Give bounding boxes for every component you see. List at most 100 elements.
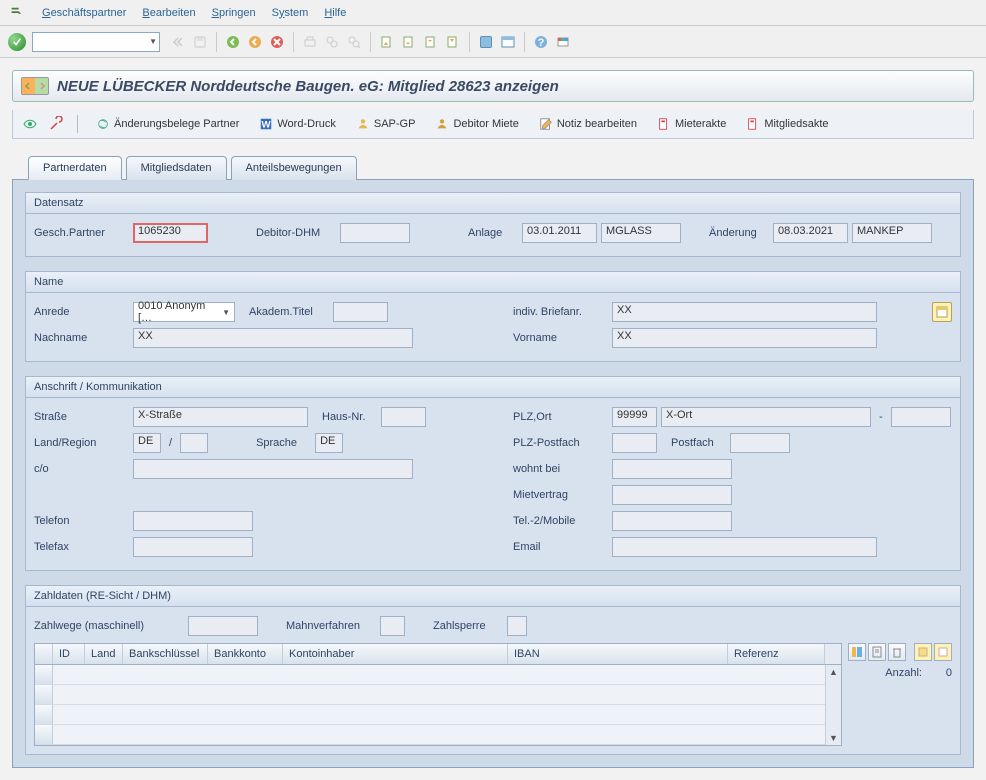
- input-telefon[interactable]: [133, 511, 253, 531]
- input-nachname[interactable]: XX: [133, 328, 413, 348]
- input-anlage-date[interactable]: 03.01.2011: [522, 223, 597, 243]
- input-aenderung-user[interactable]: MANKEP: [852, 223, 932, 243]
- input-zahlsperre[interactable]: [507, 616, 527, 636]
- group-anschrift-title: Anschrift / Kommunikation: [26, 377, 960, 398]
- app-tool-icon[interactable]: [47, 115, 65, 133]
- input-vorname[interactable]: XX: [612, 328, 877, 348]
- table-row[interactable]: [35, 705, 825, 725]
- save-icon[interactable]: [190, 32, 210, 52]
- label-email: Email: [513, 541, 608, 553]
- input-mahnverfahren[interactable]: [380, 616, 405, 636]
- input-tel2[interactable]: [612, 511, 732, 531]
- input-email[interactable]: [612, 537, 877, 557]
- menu-springen[interactable]: Springen: [212, 7, 256, 19]
- menu-geschaeftspartner[interactable]: Geschäftspartner: [42, 7, 126, 19]
- group-name-title: Name: [26, 272, 960, 293]
- scroll-up-icon[interactable]: ▲: [826, 665, 841, 679]
- menu-bearbeiten[interactable]: Bearbeiten: [142, 7, 195, 19]
- change-documents-label: Änderungsbelege Partner: [114, 118, 239, 130]
- change-documents-button[interactable]: Änderungsbelege Partner: [90, 115, 245, 133]
- table-select-all-icon[interactable]: [914, 643, 932, 661]
- scroll-down-icon[interactable]: ▼: [826, 731, 841, 745]
- first-page-icon[interactable]: [377, 32, 397, 52]
- sap-gp-button[interactable]: SAP-GP: [350, 115, 422, 133]
- input-debitor-dhm[interactable]: [340, 223, 410, 243]
- table-row[interactable]: [35, 665, 825, 685]
- nav-cancel-icon[interactable]: [267, 32, 287, 52]
- command-field[interactable]: ▼: [32, 32, 160, 52]
- table-config-icon[interactable]: [848, 643, 866, 661]
- debitor-miete-button[interactable]: Debitor Miete: [429, 115, 524, 133]
- input-ort[interactable]: X-Ort: [661, 407, 871, 427]
- input-telefax[interactable]: [133, 537, 253, 557]
- table-scrollbar[interactable]: ▲ ▼: [825, 665, 841, 745]
- mieterakte-label: Mieterakte: [675, 118, 726, 130]
- separator: [77, 115, 78, 133]
- mitgliedsakte-button[interactable]: Mitgliedsakte: [740, 115, 834, 133]
- tab-mitgliedsdaten[interactable]: Mitgliedsdaten: [126, 156, 227, 180]
- input-gesch-partner[interactable]: 1065230: [133, 223, 208, 243]
- find-icon[interactable]: [322, 32, 342, 52]
- find-next-icon[interactable]: [344, 32, 364, 52]
- last-page-icon[interactable]: [443, 32, 463, 52]
- detail-button[interactable]: [932, 302, 952, 322]
- group-datensatz-title: Datensatz: [26, 193, 960, 214]
- input-wohnt-bei[interactable]: [612, 459, 732, 479]
- table-deselect-icon[interactable]: [934, 643, 952, 661]
- menu-hilfe[interactable]: Hilfe: [324, 7, 346, 19]
- table-side-buttons: Anzahl: 0: [848, 643, 952, 746]
- th-land[interactable]: Land: [85, 644, 123, 664]
- input-zahlwege[interactable]: [188, 616, 258, 636]
- customize-icon[interactable]: [553, 32, 573, 52]
- nav-back-icon[interactable]: [223, 32, 243, 52]
- th-iban[interactable]: IBAN: [508, 644, 728, 664]
- input-co[interactable]: [133, 459, 413, 479]
- tab-anteilsbewegungen[interactable]: Anteilsbewegungen: [231, 156, 357, 180]
- table-delete-icon[interactable]: [888, 643, 906, 661]
- input-land[interactable]: DE: [133, 433, 161, 453]
- back-icon[interactable]: [168, 32, 188, 52]
- input-haus-nr[interactable]: [381, 407, 426, 427]
- select-anrede[interactable]: 0010 Anonym […▼: [133, 302, 235, 322]
- tab-partnerdaten[interactable]: Partnerdaten: [28, 156, 122, 180]
- enter-icon[interactable]: [8, 33, 26, 51]
- table-row[interactable]: [35, 685, 825, 705]
- input-ort-zusatz[interactable]: [891, 407, 951, 427]
- th-referenz[interactable]: Referenz: [728, 644, 825, 664]
- input-sprache[interactable]: DE: [315, 433, 343, 453]
- title-bar: NEUE LÜBECKER Norddeutsche Baugen. eG: M…: [12, 70, 974, 102]
- input-strasse[interactable]: X-Straße: [133, 407, 308, 427]
- menu-system-icon[interactable]: [8, 5, 24, 21]
- table-row[interactable]: [35, 725, 825, 745]
- title-toggle-icon[interactable]: [21, 77, 49, 95]
- input-plz-postfach[interactable]: [612, 433, 657, 453]
- prev-page-icon[interactable]: [399, 32, 419, 52]
- th-kontoinhaber[interactable]: Kontoinhaber: [283, 644, 508, 664]
- tab-mitgliedsdaten-label: Mitgliedsdaten: [141, 162, 212, 174]
- input-region[interactable]: [180, 433, 208, 453]
- input-aenderung-date[interactable]: 08.03.2021: [773, 223, 848, 243]
- layout-icon[interactable]: [498, 32, 518, 52]
- table-insert-icon[interactable]: [868, 643, 886, 661]
- word-print-button[interactable]: W Word-Druck: [253, 115, 341, 133]
- menu-system[interactable]: System: [272, 7, 309, 19]
- input-indiv-brief[interactable]: XX: [612, 302, 877, 322]
- label-haus-nr: Haus-Nr.: [322, 411, 377, 423]
- mieterakte-button[interactable]: Mieterakte: [651, 115, 732, 133]
- th-id[interactable]: ID: [53, 644, 85, 664]
- print-icon[interactable]: [300, 32, 320, 52]
- next-page-icon[interactable]: [421, 32, 441, 52]
- input-postfach[interactable]: [730, 433, 790, 453]
- new-session-icon[interactable]: [476, 32, 496, 52]
- th-handle: [35, 644, 53, 664]
- input-mietvertrag[interactable]: [612, 485, 732, 505]
- nav-exit-icon[interactable]: [245, 32, 265, 52]
- input-plz[interactable]: 99999: [612, 407, 657, 427]
- notiz-bearbeiten-button[interactable]: Notiz bearbeiten: [533, 115, 643, 133]
- th-bankkonto[interactable]: Bankkonto: [208, 644, 283, 664]
- app-display-icon[interactable]: [21, 115, 39, 133]
- input-akadem-titel[interactable]: [333, 302, 388, 322]
- th-bankschluessel[interactable]: Bankschlüssel: [123, 644, 208, 664]
- input-anlage-user[interactable]: MGLASS: [601, 223, 681, 243]
- help-icon[interactable]: ?: [531, 32, 551, 52]
